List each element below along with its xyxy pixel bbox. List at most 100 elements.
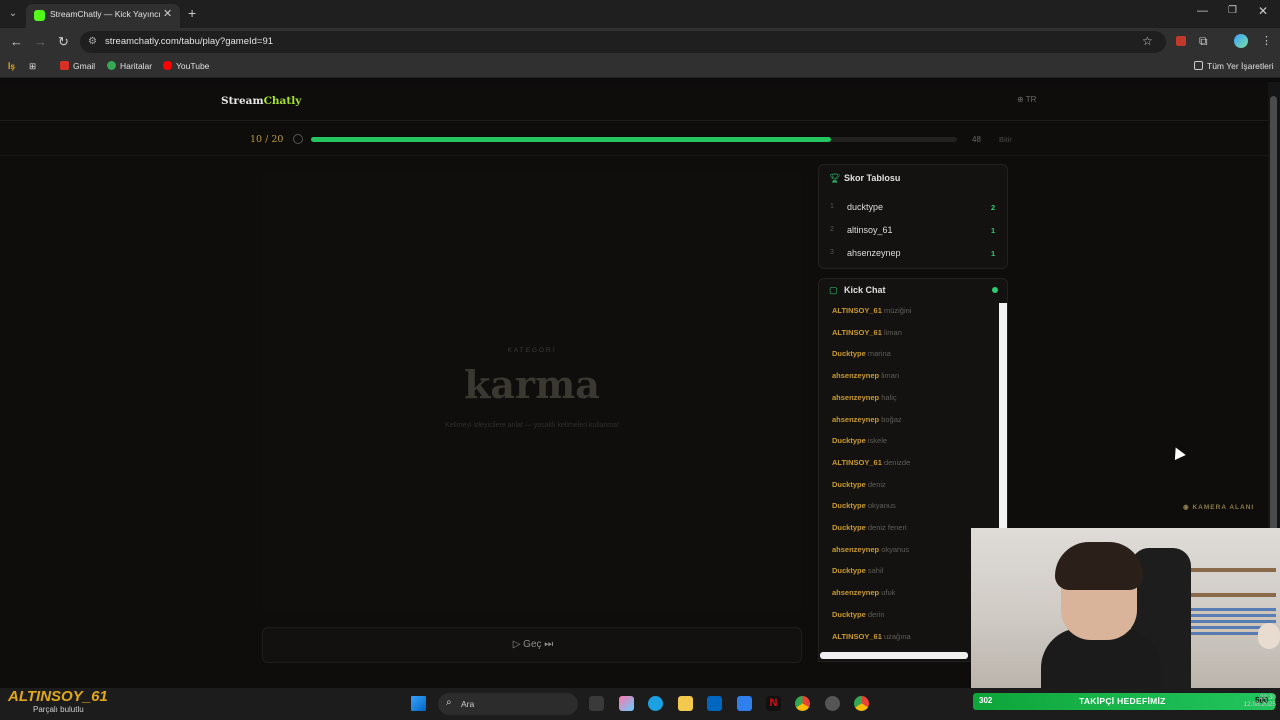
minimize-icon[interactable]: — [1197, 5, 1208, 17]
timer-value: 48 [972, 135, 981, 144]
streamer-name: ALTINSOY_61 [8, 688, 108, 705]
maximize-icon[interactable]: ❐ [1228, 5, 1237, 16]
chat-message: Ducktype derin [832, 610, 885, 619]
back-icon[interactable]: ← [10, 34, 23, 49]
chat-username[interactable]: ALTINSOY_61 [832, 632, 882, 641]
round-counter: 10 / 20 [250, 134, 284, 145]
score-points: 2 [991, 203, 996, 212]
end-game-button[interactable]: Bitir [999, 135, 1012, 144]
chat-message: Ducktype iskele [832, 436, 887, 445]
chat-username[interactable]: ahsenzeynep [832, 545, 879, 554]
globe-icon: ⊕ [1017, 95, 1026, 104]
profile-avatar[interactable] [1234, 34, 1248, 48]
extensions-icon[interactable]: ⧉ [1199, 34, 1208, 49]
apps-icon[interactable]: ⊞ [29, 61, 36, 72]
bookmark-star-icon[interactable]: ☆ [1142, 34, 1153, 48]
reload-icon[interactable]: ↻ [58, 34, 69, 50]
score-points: 1 [991, 249, 996, 258]
mouse-cursor-icon [1170, 444, 1186, 461]
chat-text: liman [881, 371, 900, 381]
chat-username[interactable]: ALTINSOY_61 [832, 328, 882, 337]
bookmark-gmail[interactable]: Gmail [60, 61, 95, 71]
chat-username[interactable]: ahsenzeynep [832, 393, 879, 402]
tab-search-icon[interactable]: ⌄ [4, 6, 22, 22]
chat-message: Ducktype deniz feneri [832, 523, 907, 532]
word-card: KATEGORİ karma Kelimeyi izleyicilere anl… [262, 172, 802, 612]
chat-username[interactable]: ALTINSOY_61 [832, 306, 882, 315]
chat-text: marina [867, 349, 891, 359]
score-rank: 2 [830, 226, 834, 233]
goal-label: TAKİPÇİ HEDEFİMİZ [1079, 696, 1166, 706]
browser-tab-bar: ⌄ StreamChatly — Kick Yayıncıları ✕ + — … [0, 0, 1280, 28]
tab-close-icon[interactable]: ✕ [163, 7, 172, 20]
edge-icon[interactable] [648, 696, 663, 711]
folder-icon [1194, 61, 1203, 70]
forward-icon[interactable]: → [34, 34, 47, 49]
score-points: 1 [991, 226, 996, 235]
chat-username[interactable]: Ducktype [832, 610, 866, 619]
browser-tab[interactable]: StreamChatly — Kick Yayıncıları ✕ [26, 4, 180, 28]
chat-text: boğaz [881, 414, 902, 424]
all-bookmarks[interactable]: Tüm Yer İşaretleri [1194, 61, 1274, 71]
chat-username[interactable]: Ducktype [832, 523, 866, 532]
file-explorer-icon[interactable] [678, 696, 693, 711]
netflix-icon[interactable]: N [766, 696, 781, 711]
language-switch[interactable]: ⊕ TR [1017, 95, 1036, 104]
site-info-icon[interactable]: ⚙ [88, 36, 97, 47]
bookmarks-bar: İş ⊞ Gmail Haritalar YouTube Tüm Yer İşa… [0, 56, 1280, 78]
round-progress-bar [311, 137, 957, 142]
new-tab-icon[interactable]: + [188, 5, 196, 21]
chat-username[interactable]: ahsenzeynep [832, 415, 879, 424]
webcam-plush-toy [1258, 623, 1280, 649]
chat-text: müziğini [883, 306, 912, 315]
extension-record-icon[interactable] [1176, 36, 1186, 46]
menu-kebab-icon[interactable]: ⋮ [1261, 34, 1272, 47]
store-icon[interactable] [707, 696, 722, 711]
skip-button[interactable]: ▷ Geç ⏭ [262, 627, 802, 663]
chrome-active-icon[interactable] [854, 696, 869, 711]
chat-text: sahil [867, 566, 884, 576]
chrome-icon[interactable] [795, 696, 810, 711]
chat-username[interactable]: ALTINSOY_61 [832, 458, 882, 467]
system-clock[interactable]: 22:30 12.08.2025 [1240, 694, 1276, 708]
bookmark-youtube[interactable]: YouTube [163, 61, 209, 71]
windows-start-icon[interactable] [411, 696, 426, 711]
chat-username[interactable]: Ducktype [832, 480, 866, 489]
chat-message: Ducktype sahil [832, 566, 883, 575]
tab-title: StreamChatly — Kick Yayıncıları [50, 9, 160, 19]
score-rank: 3 [830, 249, 834, 256]
address-bar[interactable]: ⚙ streamchatly.com/tabu/play?gameId=91 ☆ [80, 31, 1166, 53]
chat-message: ahsenzeynep liman [832, 371, 899, 380]
window-close-icon[interactable]: ✕ [1258, 4, 1268, 18]
url-text: streamchatly.com/tabu/play?gameId=91 [105, 36, 274, 47]
browser-toolbar: ← → ↻ ⚙ streamchatly.com/tabu/play?gameI… [0, 28, 1280, 56]
site-logo[interactable]: StreamChatly [221, 95, 301, 107]
chat-username[interactable]: Ducktype [832, 436, 866, 445]
target-word: karma [464, 362, 600, 407]
chat-text: ufuk [881, 588, 896, 598]
clock-date: 12.08.2025 [1243, 701, 1276, 708]
chat-username[interactable]: ahsenzeynep [832, 588, 879, 597]
chat-message: ahsenzeynep okyanus [832, 545, 909, 554]
chat-username[interactable]: Ducktype [832, 566, 866, 575]
chat-username[interactable]: Ducktype [832, 501, 866, 510]
chat-username[interactable]: Ducktype [832, 349, 866, 358]
webcam-feed [971, 528, 1280, 691]
live-status-icon [992, 287, 998, 293]
calculator-icon[interactable] [737, 696, 752, 711]
copilot-icon[interactable] [619, 696, 634, 711]
bookmark-is[interactable]: İş [8, 61, 15, 71]
camera-area-label: ◉ KAMERA ALANI [1183, 504, 1255, 511]
chat-bubble-icon: ▢ [829, 285, 838, 295]
task-view-icon[interactable] [589, 696, 604, 711]
bookmark-maps[interactable]: Haritalar [107, 61, 152, 71]
chat-username[interactable]: ahsenzeynep [832, 371, 879, 380]
search-icon: ⌕ [446, 697, 452, 708]
taskbar-search[interactable]: ⌕ Ara [438, 693, 578, 715]
obs-icon[interactable] [825, 696, 840, 711]
score-name: ahsenzeynep [847, 248, 901, 258]
score-rank: 1 [830, 203, 834, 210]
score-name: altinsoy_61 [847, 225, 893, 235]
round-progress-fill [311, 137, 832, 142]
chat-horizontal-scrollbar[interactable] [820, 652, 968, 659]
